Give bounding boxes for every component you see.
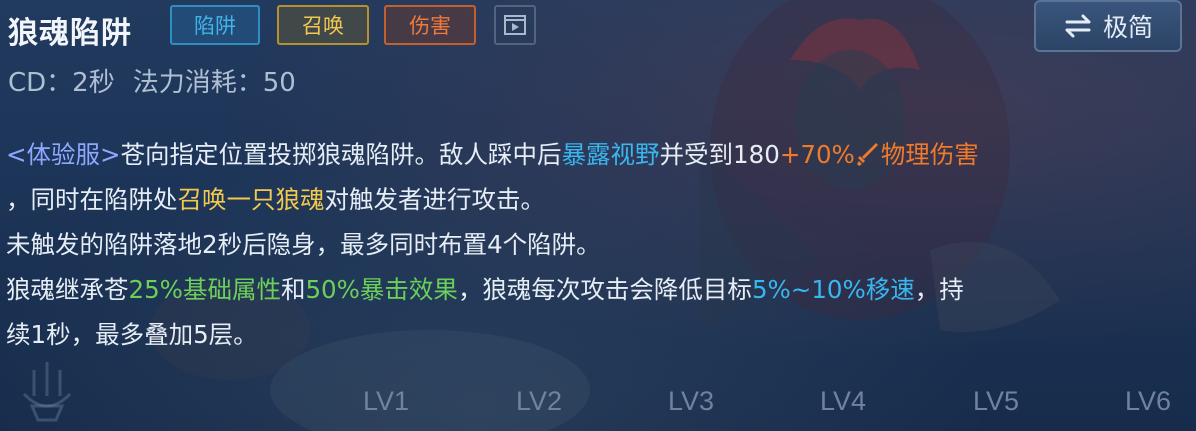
- skill-video-button[interactable]: [494, 5, 536, 45]
- level-tab-3[interactable]: LV3: [668, 386, 714, 417]
- level-tab-4[interactable]: LV4: [820, 386, 866, 417]
- reveal-vision-highlight: 暴露视野: [561, 140, 660, 169]
- skill-description: <体验服>苍向指定位置投掷狼魂陷阱。敌人踩中后暴露视野并受到180+70% 物理伤…: [6, 132, 1186, 357]
- level-tab-6[interactable]: LV6: [1125, 386, 1171, 417]
- tag-damage: 伤害: [384, 5, 476, 45]
- description-line-3: 未触发的陷阱落地2秒后隐身，最多同时布置4个陷阱。: [6, 230, 601, 259]
- simple-mode-label: 极简: [1102, 13, 1153, 42]
- mana-cost-text: 法力消耗：50: [132, 68, 296, 98]
- description-text: 和: [280, 275, 306, 304]
- skill-detail-panel: 狼魂陷阱 陷阱 召唤 伤害 极简 CD：2秒 法力消耗：50 <体验服>苍向指定…: [0, 0, 1196, 431]
- sword-icon: [856, 143, 878, 166]
- server-prefix: <体验服>: [6, 140, 121, 169]
- simple-mode-button[interactable]: 极简: [1034, 0, 1182, 52]
- base-attribute-highlight: 25%基础属性: [128, 275, 281, 304]
- description-text: ，持: [914, 275, 964, 304]
- description-text: 苍向指定位置投掷狼魂陷阱。敌人踩中后: [120, 140, 562, 169]
- tag-trap: 陷阱: [170, 5, 260, 45]
- level-tab-5[interactable]: LV5: [973, 386, 1019, 417]
- description-text: 并受到180: [659, 140, 780, 169]
- physical-damage-highlight: 物理伤害: [880, 140, 979, 169]
- video-play-icon: [504, 15, 526, 35]
- skill-stats-row: CD：2秒 法力消耗：50: [8, 62, 296, 99]
- description-text: 狼魂继承苍: [6, 275, 129, 304]
- summon-highlight: 召唤一只狼魂: [177, 185, 325, 214]
- description-text: ，狼魂每次攻击会降低目标: [457, 275, 752, 304]
- skill-name: 狼魂陷阱: [8, 16, 132, 51]
- level-selector: LV1 LV2 LV3 LV4 LV5 LV6: [0, 386, 1196, 422]
- cooldown-text: CD：2秒: [8, 68, 115, 98]
- description-line-5: 续1秒，最多叠加5层。: [6, 320, 258, 349]
- slow-highlight: 5%~10%移速: [751, 275, 915, 304]
- swap-arrows-icon: [1065, 14, 1091, 38]
- bonus-ratio-highlight: +70%: [779, 140, 855, 169]
- level-tab-2[interactable]: LV2: [516, 386, 562, 417]
- crit-effect-highlight: 50%暴击效果: [305, 275, 458, 304]
- description-line-4: 狼魂继承苍25%基础属性和50%暴击效果，狼魂每次攻击会降低目标5%~10%移速…: [6, 267, 1186, 312]
- tag-summon: 召唤: [277, 5, 369, 45]
- description-text: 对触发者进行攻击。: [324, 185, 546, 214]
- description-line-1: <体验服>苍向指定位置投掷狼魂陷阱。敌人踩中后暴露视野并受到180+70% 物理伤…: [6, 132, 1186, 177]
- description-line-2: ，同时在陷阱处召唤一只狼魂对触发者进行攻击。: [6, 177, 1186, 222]
- description-text: ，同时在陷阱处: [6, 185, 178, 214]
- level-tab-1[interactable]: LV1: [363, 386, 409, 417]
